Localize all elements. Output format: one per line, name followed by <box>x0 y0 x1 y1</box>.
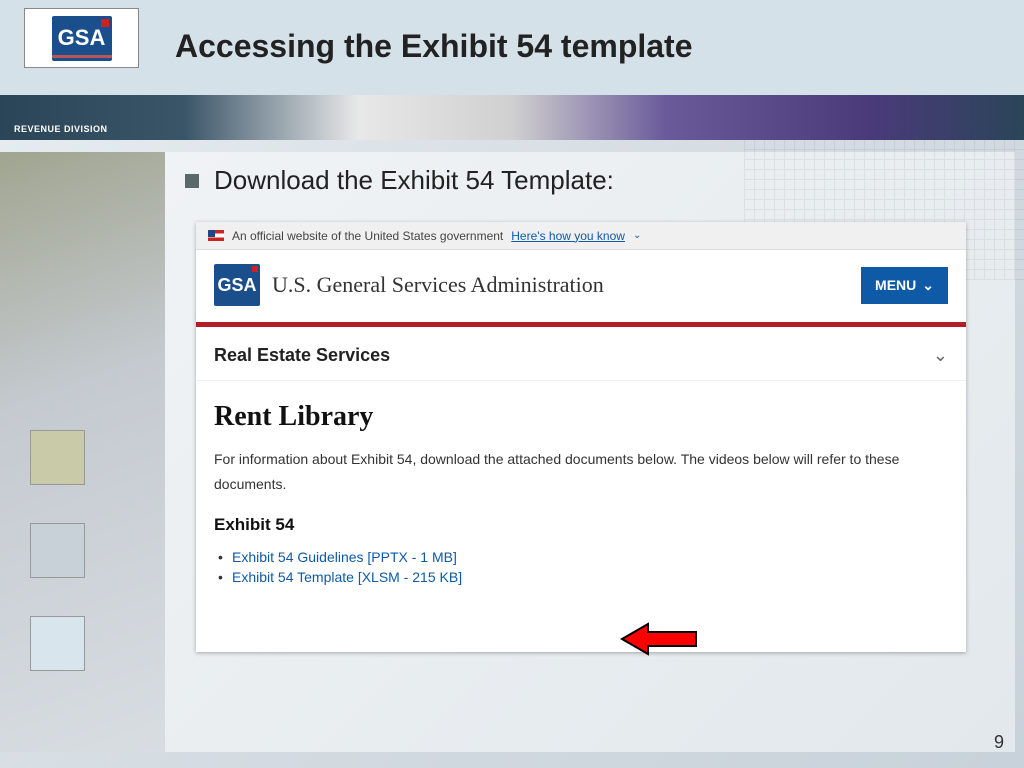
gsa-logo-box: GSA <box>24 8 139 68</box>
decorative-banner <box>0 95 1024 140</box>
gov-banner-link[interactable]: Here's how you know <box>511 229 625 243</box>
gov-banner-text: An official website of the United States… <box>232 229 503 243</box>
site-header: GSA U.S. General Services Administration… <box>196 250 966 316</box>
revenue-division-label: REVENUE DIVISION <box>14 124 108 134</box>
bullet-text: Download the Exhibit 54 Template: <box>214 165 614 196</box>
menu-label: MENU <box>875 277 916 293</box>
nav-thumbnail[interactable] <box>30 616 85 671</box>
gsa-logo: GSA <box>52 16 112 61</box>
slide: GSA Accessing the Exhibit 54 template RE… <box>0 0 1024 768</box>
document-link-template[interactable]: Exhibit 54 Template [XLSM - 215 KB] <box>232 569 462 585</box>
document-link-guidelines[interactable]: Exhibit 54 Guidelines [PPTX - 1 MB] <box>232 549 457 565</box>
nav-thumbnails <box>30 430 85 709</box>
menu-button[interactable]: MENU ⌄ <box>861 267 948 304</box>
section-header[interactable]: Real Estate Services ⌄ <box>196 327 966 381</box>
chevron-down-icon: ⌄ <box>922 277 934 294</box>
chevron-down-icon: ⌄ <box>633 230 641 241</box>
documents-heading: Exhibit 54 <box>214 515 948 535</box>
site-name: U.S. General Services Administration <box>272 272 604 298</box>
page-number: 9 <box>994 732 1004 753</box>
list-item: Exhibit 54 Guidelines [PPTX - 1 MB] <box>232 547 948 567</box>
page-title: Rent Library <box>214 401 948 433</box>
bullet-square-icon <box>185 174 199 188</box>
documents-list: Exhibit 54 Guidelines [PPTX - 1 MB] Exhi… <box>214 547 948 587</box>
nav-thumbnail[interactable] <box>30 430 85 485</box>
red-arrow-callout <box>620 622 700 656</box>
bullet-item: Download the Exhibit 54 Template: <box>185 165 614 196</box>
embedded-screenshot: An official website of the United States… <box>196 222 966 652</box>
list-item: Exhibit 54 Template [XLSM - 215 KB] <box>232 567 948 587</box>
slide-title: Accessing the Exhibit 54 template <box>175 28 693 65</box>
site-brand: GSA U.S. General Services Administration <box>214 264 604 306</box>
us-flag-icon <box>208 230 224 241</box>
section-title: Real Estate Services <box>214 345 390 366</box>
page-description: For information about Exhibit 54, downlo… <box>214 447 948 497</box>
slide-header: GSA Accessing the Exhibit 54 template <box>0 0 1024 95</box>
gsa-site-logo: GSA <box>214 264 260 306</box>
page-body: Rent Library For information about Exhib… <box>196 381 966 597</box>
gov-banner: An official website of the United States… <box>196 222 966 250</box>
nav-thumbnail[interactable] <box>30 523 85 578</box>
chevron-down-icon: ⌄ <box>933 345 948 366</box>
